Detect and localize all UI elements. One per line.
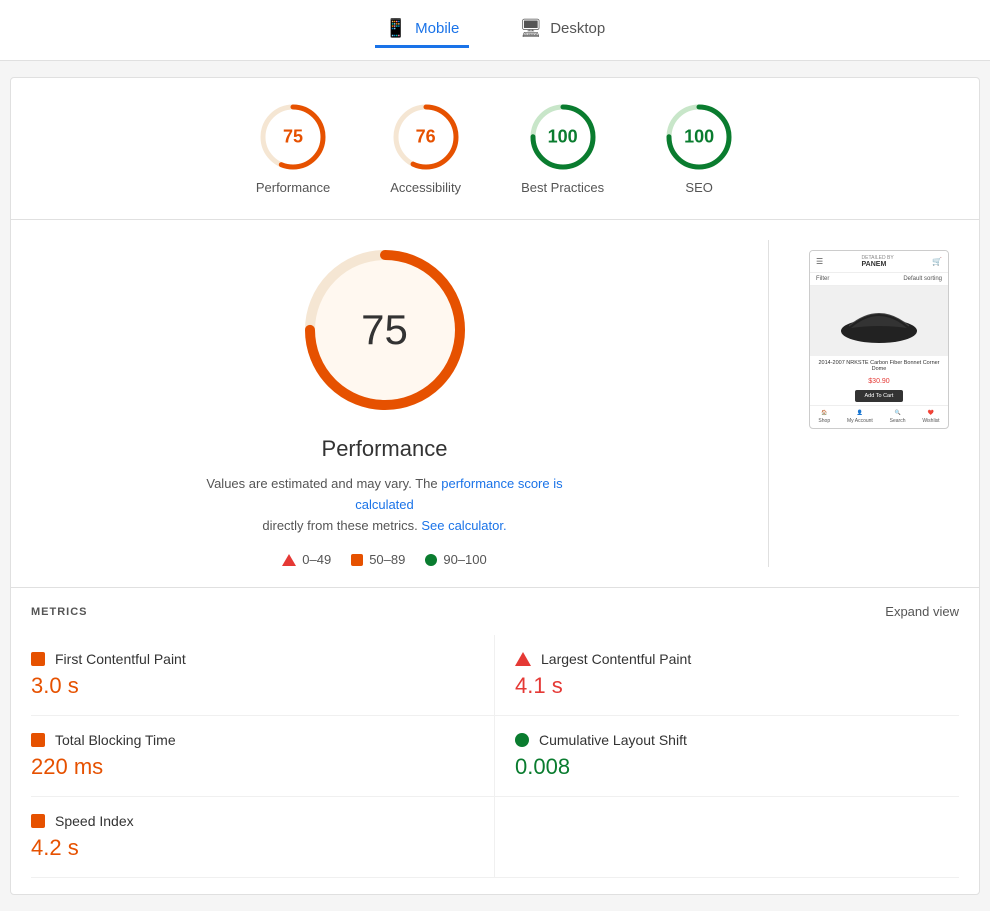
expand-view-button[interactable]: Expand view xyxy=(885,604,959,619)
legend-50-89: 50–89 xyxy=(351,552,405,567)
phone-filter-label: Filter xyxy=(816,276,829,282)
si-indicator-icon xyxy=(31,814,45,828)
metrics-title: METRICS xyxy=(31,606,88,618)
main-card: 75 Performance 76 Accessibility 10 xyxy=(10,77,980,895)
right-panel: ☰ DETAILED BY PANEM 🛒 Filter Default sor… xyxy=(799,240,959,567)
phone-product-image xyxy=(810,286,948,356)
phone-nav-account: 👤 My Account xyxy=(847,410,873,424)
phone-menu-icon: ☰ xyxy=(816,257,823,266)
score-circle-best-practices: 100 xyxy=(528,102,598,172)
phone-nav-wishlist: ❤️ Wishlist xyxy=(922,410,939,424)
phone-product-price: $30.90 xyxy=(810,376,948,387)
si-value: 4.2 s xyxy=(31,835,474,861)
cls-value: 0.008 xyxy=(515,754,959,780)
metric-tbt: Total Blocking Time 220 ms xyxy=(31,716,495,797)
legend-triangle-icon xyxy=(282,554,296,566)
phone-nav-search: 🔍 Search xyxy=(890,410,906,424)
metric-empty xyxy=(495,797,959,878)
legend-square-icon xyxy=(351,554,363,566)
metrics-section: METRICS Expand view First Contentful Pai… xyxy=(11,587,979,894)
score-value-best-practices: 100 xyxy=(548,127,578,148)
si-label: Speed Index xyxy=(55,813,134,829)
metric-si-name-row: Speed Index xyxy=(31,813,474,829)
mobile-icon: 📱 xyxy=(385,18,407,39)
metric-lcp: Largest Contentful Paint 4.1 s xyxy=(495,635,959,716)
phone-product-desc: 2014-2007 NRKSTE Carbon Fiber Bonnet Cor… xyxy=(810,356,948,376)
fcp-value: 3.0 s xyxy=(31,673,474,699)
metric-cls: Cumulative Layout Shift 0.008 xyxy=(495,716,959,797)
cls-label: Cumulative Layout Shift xyxy=(539,732,687,748)
metric-fcp: First Contentful Paint 3.0 s xyxy=(31,635,495,716)
legend-label-50-89: 50–89 xyxy=(369,552,405,567)
scores-row: 75 Performance 76 Accessibility 10 xyxy=(11,78,979,220)
score-value-performance: 75 xyxy=(283,127,303,148)
metric-si: Speed Index 4.2 s xyxy=(31,797,495,878)
phone-brand: DETAILED BY PANEM xyxy=(862,255,894,268)
lcp-indicator-icon xyxy=(515,652,531,666)
phone-header: ☰ DETAILED BY PANEM 🛒 xyxy=(810,251,948,273)
score-label-best-practices: Best Practices xyxy=(521,180,604,195)
metric-lcp-name-row: Largest Contentful Paint xyxy=(515,651,959,667)
tbt-indicator-icon xyxy=(31,733,45,747)
calculator-link[interactable]: See calculator. xyxy=(421,518,506,533)
phone-preview: ☰ DETAILED BY PANEM 🛒 Filter Default sor… xyxy=(809,250,949,429)
legend-90-100: 90–100 xyxy=(425,552,486,567)
vertical-divider xyxy=(768,240,769,567)
cls-indicator-icon xyxy=(515,733,529,747)
metrics-grid: First Contentful Paint 3.0 s Largest Con… xyxy=(31,635,959,878)
score-circle-accessibility: 76 xyxy=(391,102,461,172)
legend-label-0-49: 0–49 xyxy=(302,552,331,567)
legend-circle-icon xyxy=(425,554,437,566)
metric-cls-name-row: Cumulative Layout Shift xyxy=(515,732,959,748)
metrics-header: METRICS Expand view xyxy=(31,604,959,619)
legend-0-49: 0–49 xyxy=(282,552,331,567)
big-score-value: 75 xyxy=(361,306,408,354)
phone-sort-label: Default sorting xyxy=(903,276,942,282)
lcp-value: 4.1 s xyxy=(515,673,959,699)
phone-nav: 🏠 Shop 👤 My Account 🔍 Search ❤️ Wishlist xyxy=(810,405,948,428)
tbt-value: 220 ms xyxy=(31,754,474,780)
score-performance: 75 Performance xyxy=(256,102,330,195)
tab-desktop[interactable]: 🖥 Desktop xyxy=(509,12,615,48)
metric-tbt-name-row: Total Blocking Time xyxy=(31,732,474,748)
big-score-circle: 75 xyxy=(295,240,475,420)
score-seo: 100 SEO xyxy=(664,102,734,195)
phone-search-icon: 🔍 xyxy=(894,410,900,416)
desktop-icon: 🖥 xyxy=(519,18,542,39)
phone-filter-bar: Filter Default sorting xyxy=(810,273,948,286)
fcp-indicator-icon xyxy=(31,652,45,666)
phone-wishlist-icon: ❤️ xyxy=(928,410,934,416)
tab-desktop-label: Desktop xyxy=(550,20,605,37)
score-label-seo: SEO xyxy=(685,180,712,195)
score-circle-seo: 100 xyxy=(664,102,734,172)
info-text: Values are estimated and may vary. The p… xyxy=(195,474,575,536)
product-svg xyxy=(839,296,919,346)
score-label-accessibility: Accessibility xyxy=(390,180,461,195)
legend: 0–49 50–89 90–100 xyxy=(282,552,486,567)
score-value-accessibility: 76 xyxy=(416,127,436,148)
lcp-label: Largest Contentful Paint xyxy=(541,651,691,667)
phone-nav-shop: 🏠 Shop xyxy=(818,410,830,424)
legend-label-90-100: 90–100 xyxy=(443,552,486,567)
perf-title: Performance xyxy=(322,436,448,462)
score-best-practices: 100 Best Practices xyxy=(521,102,604,195)
metric-fcp-name-row: First Contentful Paint xyxy=(31,651,474,667)
tab-mobile-label: Mobile xyxy=(415,20,459,37)
score-circle-performance: 75 xyxy=(258,102,328,172)
phone-shop-icon: 🏠 xyxy=(821,410,827,416)
left-panel: 75 Performance Values are estimated and … xyxy=(31,240,738,567)
score-accessibility: 76 Accessibility xyxy=(390,102,461,195)
phone-add-to-cart-button[interactable]: Add To Cart xyxy=(855,390,904,402)
tab-mobile[interactable]: 📱 Mobile xyxy=(375,12,470,48)
fcp-label: First Contentful Paint xyxy=(55,651,186,667)
phone-account-icon: 👤 xyxy=(857,410,863,416)
score-label-performance: Performance xyxy=(256,180,330,195)
phone-cart-icon: 🛒 xyxy=(932,257,942,266)
score-value-seo: 100 xyxy=(684,127,714,148)
tabs-container: 📱 Mobile 🖥 Desktop xyxy=(0,0,990,61)
content-area: 75 Performance Values are estimated and … xyxy=(11,220,979,587)
tbt-label: Total Blocking Time xyxy=(55,732,176,748)
